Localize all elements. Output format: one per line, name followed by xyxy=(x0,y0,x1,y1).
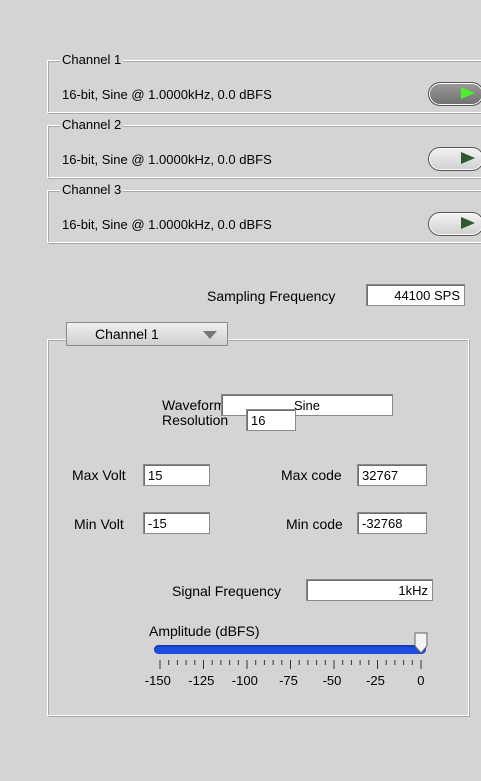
channel-2-description: 16-bit, Sine @ 1.0000kHz, 0.0 dBFS xyxy=(62,152,272,167)
signal-frequency-field[interactable]: 1kHz xyxy=(306,579,433,601)
channel-2-toggle-button[interactable] xyxy=(428,147,481,171)
play-icon xyxy=(461,217,475,229)
channel-2-panel: Channel 2 16-bit, Sine @ 1.0000kHz, 0.0 … xyxy=(47,117,481,178)
play-icon xyxy=(461,152,475,164)
signal-frequency-label: Signal Frequency xyxy=(172,583,281,599)
channel-select-value: Channel 1 xyxy=(95,326,159,342)
min-volt-label: Min Volt xyxy=(74,516,124,532)
max-code-field[interactable]: 32767 xyxy=(357,464,427,486)
max-code-label: Max code xyxy=(281,467,342,483)
sampling-frequency-field[interactable]: 44100 SPS xyxy=(366,284,465,306)
channel-1-description: 16-bit, Sine @ 1.0000kHz, 0.0 dBFS xyxy=(62,87,272,102)
channel-1-toggle-button[interactable] xyxy=(428,82,481,106)
amplitude-slider-thumb[interactable] xyxy=(414,632,428,654)
tick-label: -150 xyxy=(144,673,171,688)
play-icon xyxy=(461,87,475,99)
min-volt-field[interactable]: -15 xyxy=(143,512,210,534)
channel-1-panel: Channel 1 16-bit, Sine @ 1.0000kHz, 0.0 … xyxy=(47,52,481,113)
min-code-field[interactable]: -32768 xyxy=(357,512,427,534)
sampling-frequency-label: Sampling Frequency xyxy=(207,288,336,304)
channel-3-toggle-button[interactable] xyxy=(428,212,481,236)
channel-1-legend: Channel 1 xyxy=(60,52,124,68)
tick-label: 0 xyxy=(417,673,425,688)
channel-2-legend: Channel 2 xyxy=(60,117,124,133)
max-volt-label: Max Volt xyxy=(72,467,126,483)
tick-label: -50 xyxy=(322,673,342,688)
chevron-down-icon xyxy=(203,331,217,339)
min-code-label: Min code xyxy=(286,516,343,532)
tick-label: -75 xyxy=(279,673,298,688)
channel-3-panel: Channel 3 16-bit, Sine @ 1.0000kHz, 0.0 … xyxy=(47,182,481,243)
channel-3-legend: Channel 3 xyxy=(60,182,124,198)
tick-label: -25 xyxy=(366,673,385,688)
amplitude-label: Amplitude (dBFS) xyxy=(149,623,260,639)
channel-3-description: 16-bit, Sine @ 1.0000kHz, 0.0 dBFS xyxy=(62,217,272,232)
channel-select-dropdown[interactable]: Channel 1 xyxy=(66,322,228,346)
tick-label: -100 xyxy=(231,673,258,688)
max-volt-field[interactable]: 15 xyxy=(143,464,210,486)
resolution-label: Resolution xyxy=(162,412,229,428)
amplitude-scale-ticks xyxy=(159,660,422,669)
tick-label: -125 xyxy=(188,673,215,688)
amplitude-slider-track[interactable] xyxy=(154,645,426,654)
resolution-field[interactable]: 16 xyxy=(246,409,296,431)
